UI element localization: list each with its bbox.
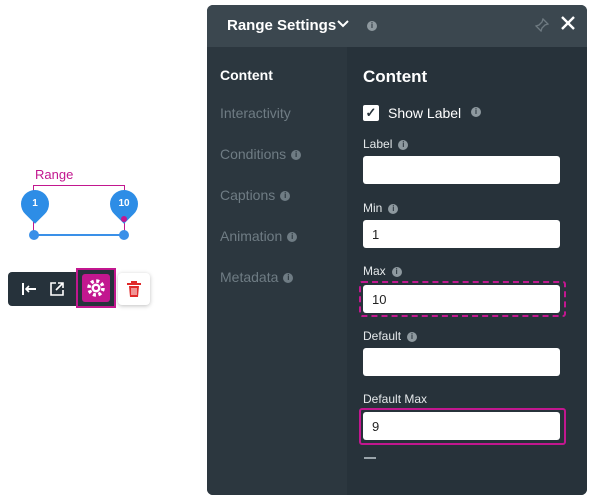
editor-canvas: Range 1 10 Range Settings i Content Inte… [0,0,590,498]
info-icon[interactable]: i [283,273,294,284]
align-left-icon[interactable] [20,280,38,298]
info-icon[interactable]: i [291,150,302,161]
min-field-label: Min i [363,201,399,215]
label-field-label: Label i [363,137,409,151]
max-input-highlight [359,281,566,317]
delete-button[interactable] [118,273,150,305]
info-icon[interactable]: i [391,266,402,277]
info-icon[interactable]: i [287,232,298,243]
sidebar-item-conditions[interactable]: Conditions i [220,146,302,162]
range-min-tooltip-value: 1 [32,198,38,209]
chevron-down-icon[interactable] [337,18,349,32]
info-icon[interactable]: i [388,203,399,214]
info-icon[interactable]: i [407,331,418,342]
range-max-handle[interactable] [119,230,129,240]
min-input[interactable] [363,220,560,248]
info-icon[interactable]: i [471,107,481,117]
next-field-hint [364,457,376,459]
sidebar-item-label: Conditions [220,146,287,162]
close-icon[interactable] [559,14,577,38]
pin-icon[interactable] [534,17,550,35]
open-external-icon[interactable] [48,280,66,298]
sidebar-item-metadata[interactable]: Metadata i [220,269,294,285]
panel-header: Range Settings i [207,5,587,47]
sidebar-item-label: Metadata [220,269,279,285]
resize-handle[interactable] [121,216,127,222]
show-label-text: Show Label [388,105,462,121]
sidebar-item-captions[interactable]: Captions i [220,187,291,203]
gear-icon [82,274,110,302]
default-input[interactable] [363,348,560,376]
panel-title[interactable]: Range Settings [227,17,336,34]
sidebar-item-label: Content [220,67,273,83]
default-field-label: Default i [363,329,418,343]
sidebar-item-label: Animation [220,228,283,244]
range-min-handle[interactable] [29,230,39,240]
range-track[interactable] [34,234,124,236]
range-max-tooltip-value: 10 [118,198,130,209]
widget-toolbar [8,272,78,306]
section-title: Content [363,67,428,86]
info-icon[interactable]: i [367,21,377,31]
sidebar-item-label: Interactivity [220,105,291,121]
default-max-input-highlight [359,408,566,445]
sidebar-item-label: Captions [220,187,276,203]
default-max-field-label: Default Max [363,392,428,406]
sidebar-item-animation[interactable]: Animation i [220,228,298,244]
info-icon[interactable]: i [398,139,409,150]
trash-icon [126,280,142,303]
sidebar-item-content[interactable]: Content [220,67,273,83]
sidebar-item-interactivity[interactable]: Interactivity [220,105,291,121]
settings-sidebar: Content Interactivity Conditions i Captio… [207,47,347,495]
info-icon[interactable]: i [280,191,291,202]
range-widget-label: Range [35,167,74,182]
settings-button[interactable] [76,268,116,308]
max-field-label: Max i [363,264,402,278]
label-input[interactable] [363,156,560,184]
show-label-checkbox[interactable]: ✓ [363,105,379,121]
